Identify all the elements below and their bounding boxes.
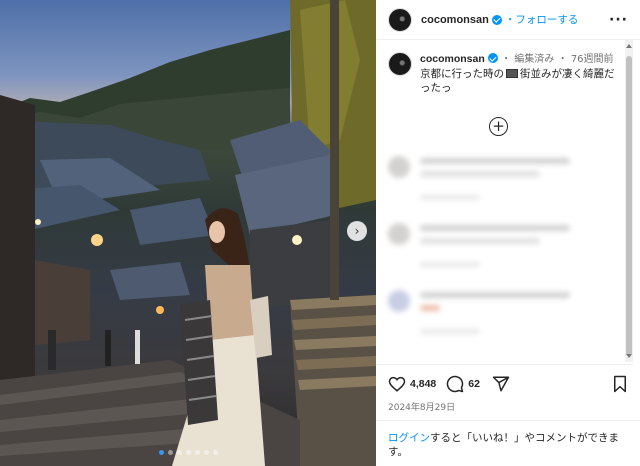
post-photo[interactable]: › <box>0 0 376 466</box>
caption-avatar[interactable] <box>388 52 412 76</box>
follow-button[interactable]: ・フォローする <box>505 12 579 27</box>
verified-badge-icon <box>487 53 498 63</box>
divider <box>376 364 633 365</box>
list-item <box>388 217 620 284</box>
share-button[interactable] <box>492 375 510 393</box>
carousel-dot <box>167 450 173 455</box>
carousel-dots <box>0 450 376 455</box>
save-button[interactable] <box>612 375 628 393</box>
carousel-dot <box>212 450 218 455</box>
post-side-panel: cocomonsan ・フォローする ··· cocomonsan ・ 編集済み… <box>376 0 640 466</box>
carousel-dot <box>185 450 191 455</box>
heart-icon <box>388 376 406 392</box>
load-more-comments-icon[interactable]: + <box>489 117 508 136</box>
scrollbar-thumb[interactable] <box>626 56 632 356</box>
comment-button[interactable]: 62 <box>446 375 480 393</box>
caption-text-before: 京都に行った時の <box>420 68 504 80</box>
carousel-dot <box>176 450 182 455</box>
scroll-down-icon[interactable] <box>626 354 632 358</box>
carousel-dot <box>158 450 164 455</box>
chevron-right-icon: › <box>354 224 360 238</box>
flag-emoji-icon <box>506 69 518 78</box>
like-count: 4,848 <box>410 378 437 390</box>
edited-label: ・ 編集済み <box>501 54 555 65</box>
username-link[interactable]: cocomonsan <box>421 14 489 26</box>
login-prompt: ログインすると「いいね！」やコメントができます。 <box>376 420 640 466</box>
login-link[interactable]: ログイン <box>388 432 430 444</box>
comments-scrollbar[interactable] <box>625 40 633 362</box>
carousel-dot <box>203 450 209 455</box>
avatar[interactable] <box>388 7 412 32</box>
kyoto-street-scene <box>0 0 376 466</box>
scroll-up-icon[interactable] <box>626 44 632 48</box>
list-item <box>388 150 620 217</box>
action-bar: 4,848 62 <box>388 372 628 396</box>
comment-bubble-icon <box>447 375 464 393</box>
blurred-comments <box>388 150 620 351</box>
carousel-dot <box>194 450 200 455</box>
post-header: cocomonsan ・フォローする ··· <box>376 0 640 40</box>
bookmark-icon <box>614 375 626 393</box>
post-date: 2024年8月29日 <box>388 403 456 413</box>
post-caption: cocomonsan ・ 編集済み ・ 76週間前 京都に行った時の 街並みが凄く… <box>376 40 640 95</box>
paper-plane-icon <box>492 376 510 392</box>
more-horizontal-icon[interactable]: ··· <box>609 12 628 28</box>
verified-badge-icon <box>491 14 502 25</box>
comment-count: 62 <box>468 378 480 390</box>
like-button[interactable]: 4,848 <box>388 375 436 393</box>
caption-body: cocomonsan ・ 編集済み ・ 76週間前 京都に行った時の 街並みが凄く… <box>420 52 620 95</box>
timestamp: ・ 76週間前 <box>557 54 614 65</box>
caption-username-link[interactable]: cocomonsan <box>420 53 485 65</box>
next-image-button[interactable]: › <box>347 221 367 241</box>
list-item <box>388 284 620 351</box>
